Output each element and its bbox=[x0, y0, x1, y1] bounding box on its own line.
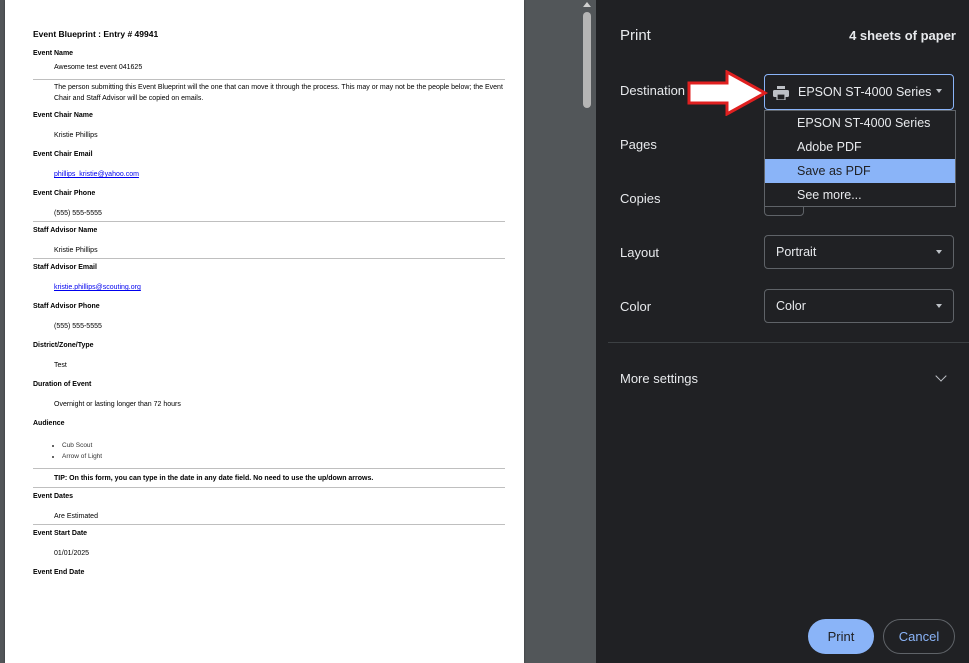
section-event-chair-phone: Event Chair Phone (555) 555-5555 bbox=[33, 188, 505, 222]
audience-list: Cub Scout Arrow of Light bbox=[33, 440, 505, 462]
color-select[interactable]: Color bbox=[764, 289, 954, 323]
panel-title: Print bbox=[620, 27, 651, 44]
document-content: Event Blueprint : Entry # 49941 Event Na… bbox=[33, 29, 505, 579]
divider bbox=[33, 468, 505, 469]
destination-option-highlighted[interactable]: Save as PDF bbox=[765, 159, 955, 183]
printer-icon bbox=[773, 86, 789, 100]
email-link[interactable]: phillips_kristie@yahoo.com bbox=[54, 171, 139, 178]
tip-text: TIP: On this form, you can type in the d… bbox=[54, 475, 374, 482]
field-value: (555) 555-5555 bbox=[54, 323, 102, 330]
layout-label: Layout bbox=[620, 245, 660, 260]
pages-label: Pages bbox=[620, 137, 657, 152]
section-event-start-date: Event Start Date 01/01/2025 bbox=[33, 528, 505, 561]
field-value: Kristie Phillips bbox=[54, 247, 98, 254]
divider bbox=[33, 258, 505, 259]
destination-value: EPSON ST-4000 Series bbox=[798, 85, 932, 99]
field-label: Event Chair Phone bbox=[33, 190, 96, 197]
cancel-button[interactable]: Cancel bbox=[883, 619, 955, 654]
destination-select[interactable]: EPSON ST-4000 Series bbox=[764, 74, 954, 110]
layout-value: Portrait bbox=[776, 245, 817, 259]
document-title: Event Blueprint : Entry # 49941 bbox=[33, 29, 159, 39]
copies-label: Copies bbox=[620, 191, 661, 206]
scroll-up-arrow-icon[interactable] bbox=[583, 2, 591, 7]
scrollbar-thumb[interactable] bbox=[583, 12, 591, 108]
field-value: Test bbox=[54, 362, 67, 369]
red-arrow-annotation bbox=[687, 70, 769, 116]
field-value: Kristie Phillips bbox=[54, 132, 98, 139]
divider bbox=[33, 487, 505, 488]
section-audience: Audience Cub Scout Arrow of Light TIP: O… bbox=[33, 418, 505, 488]
section-district: District/Zone/Type Test bbox=[33, 340, 505, 373]
section-event-dates: Event Dates Are Estimated bbox=[33, 491, 505, 525]
chevron-down-icon bbox=[936, 250, 942, 254]
color-label: Color bbox=[620, 299, 652, 314]
destination-option[interactable]: EPSON ST-4000 Series bbox=[765, 111, 955, 135]
divider bbox=[33, 221, 505, 222]
chevron-down-icon bbox=[936, 304, 942, 308]
destination-option[interactable]: See more... bbox=[765, 183, 955, 207]
list-item: Cub Scout bbox=[62, 440, 505, 451]
print-settings-panel: Print 4 sheets of paper Destination EPSO… bbox=[596, 0, 969, 663]
field-label: Staff Advisor Phone bbox=[33, 303, 100, 310]
field-label: Audience bbox=[33, 420, 65, 427]
layout-select[interactable]: Portrait bbox=[764, 235, 954, 269]
field-label: Event Start Date bbox=[33, 530, 88, 537]
field-value: Overnight or lasting longer than 72 hour… bbox=[54, 401, 181, 408]
preview-page: Event Blueprint : Entry # 49941 Event Na… bbox=[5, 0, 524, 663]
destination-label: Destination bbox=[620, 83, 686, 98]
field-value: (555) 555-5555 bbox=[54, 210, 102, 217]
sheet-count: 4 sheets of paper bbox=[849, 28, 956, 43]
field-label: Event Chair Email bbox=[33, 151, 93, 158]
field-label: District/Zone/Type bbox=[33, 342, 94, 349]
section-event-name: Event Name Awesome test event 041625 The… bbox=[33, 48, 505, 104]
print-button[interactable]: Print bbox=[808, 619, 874, 654]
section-event-chair-name: Event Chair Name Kristie Phillips bbox=[33, 110, 505, 143]
field-label: Duration of Event bbox=[33, 381, 92, 388]
field-label: Event Name bbox=[33, 50, 74, 57]
destination-option[interactable]: Adobe PDF bbox=[765, 135, 955, 159]
field-value: Are Estimated bbox=[54, 513, 98, 520]
more-settings-toggle[interactable]: More settings bbox=[620, 371, 698, 386]
field-label: Staff Advisor Email bbox=[33, 264, 97, 271]
section-event-end-date: Event End Date bbox=[33, 567, 505, 579]
email-link[interactable]: kristie.phillips@scouting.org bbox=[54, 284, 141, 291]
print-preview-area: Event Blueprint : Entry # 49941 Event Na… bbox=[0, 0, 596, 663]
preview-scrollbar[interactable] bbox=[580, 0, 596, 663]
field-value: Awesome test event 041625 bbox=[54, 64, 143, 71]
field-label: Event Dates bbox=[33, 493, 74, 500]
section-duration: Duration of Event Overnight or lasting l… bbox=[33, 379, 505, 412]
divider bbox=[608, 342, 969, 343]
section-event-chair-email: Event Chair Email phillips_kristie@yahoo… bbox=[33, 149, 505, 182]
field-value: 01/01/2025 bbox=[54, 550, 90, 557]
list-item: Arrow of Light bbox=[62, 451, 505, 462]
section-staff-advisor-phone: Staff Advisor Phone (555) 555-5555 bbox=[33, 301, 505, 334]
divider bbox=[33, 79, 505, 80]
field-label: Event Chair Name bbox=[33, 112, 93, 119]
color-value: Color bbox=[776, 299, 806, 313]
section-staff-advisor-email: Staff Advisor Email kristie.phillips@sco… bbox=[33, 262, 505, 295]
chevron-down-icon[interactable] bbox=[935, 370, 947, 382]
divider bbox=[33, 524, 505, 525]
section-staff-advisor-name: Staff Advisor Name Kristie Phillips bbox=[33, 225, 505, 259]
field-label: Event End Date bbox=[33, 569, 85, 576]
field-label: Staff Advisor Name bbox=[33, 227, 98, 234]
chevron-down-icon bbox=[936, 89, 942, 93]
field-description: The person submitting this Event Bluepri… bbox=[54, 84, 503, 102]
destination-dropdown[interactable]: EPSON ST-4000 Series Adobe PDF Save as P… bbox=[764, 110, 956, 207]
